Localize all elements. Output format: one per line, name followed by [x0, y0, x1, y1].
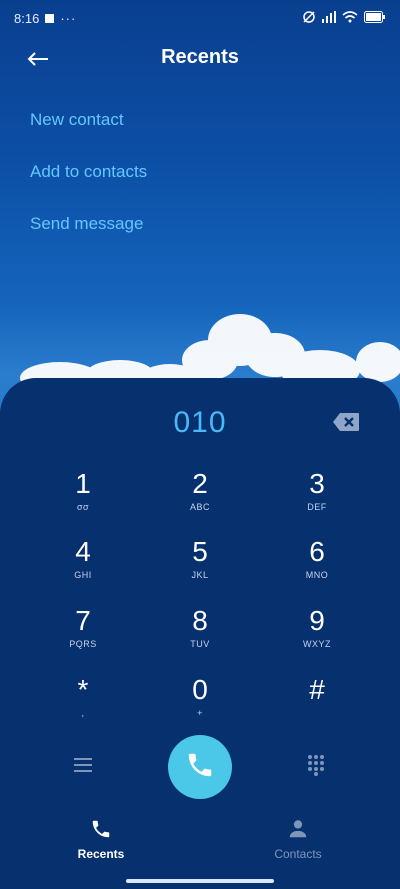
key-digit: 0 — [192, 674, 208, 705]
call-button[interactable] — [168, 735, 232, 799]
key-6[interactable]: 6 MNO — [277, 536, 357, 600]
key-2[interactable]: 2 ABC — [160, 468, 240, 532]
tab-contacts[interactable]: Contacts — [238, 818, 358, 861]
key-3[interactable]: 3 DEF — [277, 468, 357, 532]
action-list: New contact Add to contacts Send message — [30, 110, 147, 266]
notification-square-icon — [45, 13, 55, 23]
phone-icon — [90, 820, 112, 844]
status-bar: 8:16 ··· — [0, 0, 400, 36]
key-digit: 9 — [309, 605, 325, 636]
key-hash[interactable]: # — [277, 674, 357, 738]
battery-icon — [364, 10, 386, 26]
key-letters: , — [81, 708, 85, 718]
key-digit: 6 — [309, 536, 325, 567]
tab-recents[interactable]: Recents — [41, 818, 161, 861]
key-digit: * — [77, 674, 89, 705]
key-digit: # — [309, 674, 325, 705]
dial-panel: 010 1 σσ 2 ABC 3 DEF 4 GHI 5 JKL 6 MNO 7… — [0, 378, 400, 889]
key-letters: DEF — [307, 502, 327, 512]
key-digit: 8 — [192, 605, 208, 636]
key-letters: MNO — [305, 570, 329, 580]
key-9[interactable]: 9 WXYZ — [277, 605, 357, 669]
key-digit: 4 — [75, 536, 91, 567]
person-icon — [287, 820, 309, 844]
dialpad-icon[interactable] — [307, 754, 325, 781]
key-digit: 5 — [192, 536, 208, 567]
key-digit: 1 — [75, 468, 91, 499]
home-indicator[interactable] — [126, 879, 274, 883]
add-to-contacts-link[interactable]: Add to contacts — [30, 162, 147, 182]
key-letters: PQRS — [69, 639, 97, 649]
key-0[interactable]: 0 + — [160, 674, 240, 738]
key-letters: ABC — [189, 502, 210, 512]
key-letters: GHI — [74, 570, 92, 580]
wifi-icon — [342, 10, 358, 26]
bottom-nav: Recents Contacts — [0, 818, 400, 868]
status-time: 8:16 — [14, 10, 40, 26]
key-letters: + — [197, 708, 203, 718]
key-letters: JKL — [191, 570, 209, 580]
send-message-link[interactable]: Send message — [30, 214, 147, 234]
key-1[interactable]: 1 σσ — [43, 468, 123, 532]
key-digit: 2 — [192, 468, 208, 499]
backspace-icon[interactable] — [332, 412, 360, 432]
signal-icon — [322, 10, 336, 26]
key-8[interactable]: 8 TUV — [160, 605, 240, 669]
new-contact-link[interactable]: New contact — [30, 110, 147, 130]
key-letters: TUV — [190, 639, 210, 649]
phone-icon — [185, 750, 215, 785]
voicemail-icon: σσ — [76, 502, 90, 512]
more-notifications-icon: ··· — [60, 10, 77, 26]
key-digit: 7 — [75, 605, 91, 636]
key-4[interactable]: 4 GHI — [43, 536, 123, 600]
header: Recents — [0, 36, 400, 82]
tab-label: Recents — [77, 847, 125, 861]
tab-label: Contacts — [274, 847, 322, 861]
menu-icon[interactable] — [74, 757, 92, 778]
page-title: Recents — [161, 46, 239, 68]
key-7[interactable]: 7 PQRS — [43, 605, 123, 669]
key-star[interactable]: * , — [43, 674, 123, 738]
alarm-off-icon — [302, 10, 316, 27]
key-letters: WXYZ — [303, 639, 331, 649]
key-5[interactable]: 5 JKL — [160, 536, 240, 600]
key-digit: 3 — [309, 468, 325, 499]
